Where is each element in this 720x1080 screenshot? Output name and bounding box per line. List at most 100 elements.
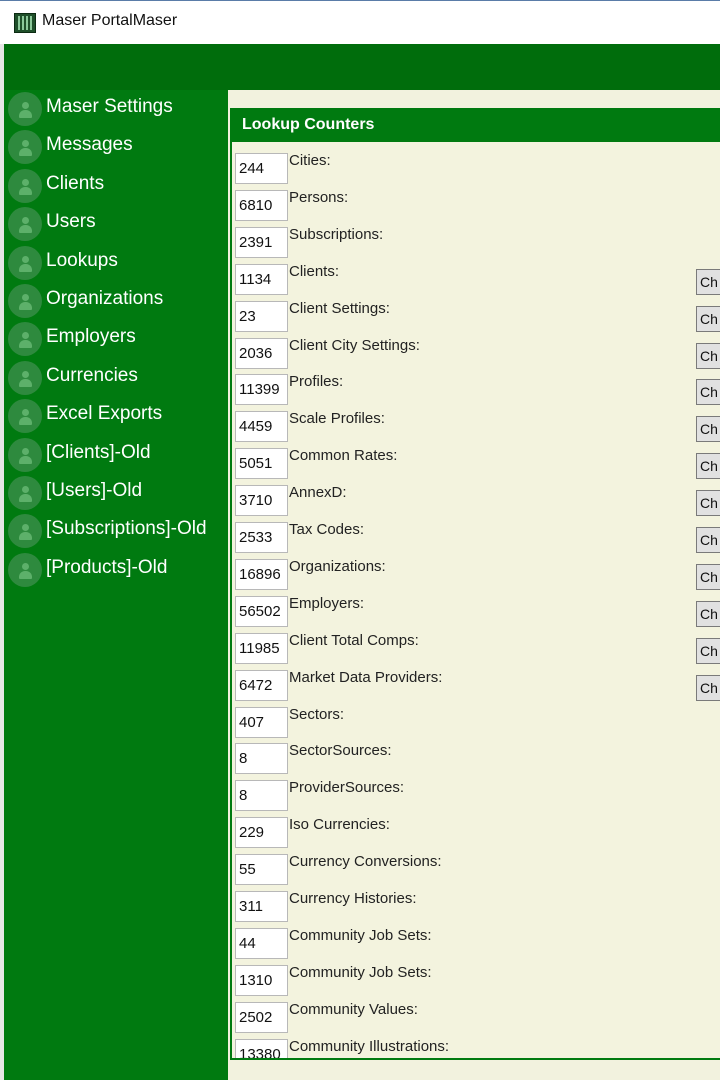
counter-value-field[interactable]: 13380	[235, 1038, 288, 1058]
counter-row: 244 Cities:	[232, 150, 720, 187]
counter-row: 44 Community Job Sets:	[232, 925, 720, 962]
counter-value-field[interactable]: 6472	[235, 669, 288, 701]
person-icon	[8, 245, 42, 280]
panel-title: Lookup Counters	[242, 116, 375, 133]
counter-row: 55 Currency Conversions:	[232, 851, 720, 888]
counter-row: 5051 Common Rates: Ch	[232, 445, 720, 482]
counter-label: AnnexD:	[289, 484, 347, 502]
counter-value-field[interactable]: 2391	[235, 226, 288, 258]
counter-label: Community Values:	[289, 1000, 418, 1018]
check-button[interactable]: Ch	[696, 563, 720, 590]
counter-value-field[interactable]: 407	[235, 706, 288, 738]
sidebar-item-label: [Clients]-Old	[46, 441, 151, 463]
sidebar-item-users-old[interactable]: [Users]-Old	[4, 474, 228, 512]
person-icon	[8, 552, 42, 587]
counter-label: Community Illustrations:	[289, 1037, 450, 1055]
sidebar-item-messages[interactable]: Messages	[4, 128, 228, 166]
check-button[interactable]: Ch	[696, 379, 720, 406]
counter-row: 4459 Scale Profiles: Ch	[232, 408, 720, 445]
check-button[interactable]: Ch	[696, 342, 720, 369]
app-header-bar	[4, 44, 720, 90]
counter-value-field[interactable]: 44	[235, 927, 288, 959]
counter-row: 8 ProviderSources:	[232, 777, 720, 814]
check-button[interactable]: Ch	[696, 268, 720, 295]
counter-value-field[interactable]: 8	[235, 780, 288, 812]
counter-value-field[interactable]: 4459	[235, 411, 288, 443]
counter-value-field[interactable]: 2533	[235, 522, 288, 553]
sidebar-item-employers[interactable]: Employers	[4, 320, 228, 358]
counter-value-field[interactable]: 8	[235, 743, 288, 775]
counter-row: 11399 Profiles: Ch	[232, 371, 720, 408]
counter-label: Clients:	[289, 262, 340, 280]
counter-value-field[interactable]: 6810	[235, 189, 288, 221]
sidebar-item-products-old[interactable]: [Products]-Old	[4, 551, 228, 589]
sidebar-item-lookups[interactable]: Lookups	[4, 244, 228, 282]
sidebar-item-subscriptions-old[interactable]: [Subscriptions]-Old	[4, 512, 228, 550]
counter-value-field[interactable]: 229	[235, 817, 288, 849]
person-icon	[8, 514, 42, 549]
counter-value-field[interactable]: 1134	[235, 263, 288, 295]
person-icon	[8, 437, 42, 472]
sidebar-item-organizations[interactable]: Organizations	[4, 282, 228, 320]
check-button[interactable]: Ch	[696, 490, 720, 517]
counter-label: Common Rates:	[289, 447, 398, 465]
check-button[interactable]: Ch	[696, 600, 720, 627]
counter-row: 2036 Client City Settings: Ch	[232, 335, 720, 372]
check-button[interactable]: Ch	[696, 527, 720, 553]
counter-value-field[interactable]: 2036	[235, 337, 288, 369]
sidebar-item-excel-exports[interactable]: Excel Exports	[4, 397, 228, 435]
window-title: Maser PortalMaser	[42, 12, 178, 29]
counter-label: Iso Currencies:	[289, 816, 390, 834]
counter-label: Sectors:	[289, 705, 345, 723]
counter-row: 3710 AnnexD: Ch	[232, 482, 720, 519]
counter-value-field[interactable]: 3710	[235, 485, 288, 517]
person-icon	[8, 92, 42, 126]
counter-label: Scale Profiles:	[289, 410, 385, 428]
counter-value-field[interactable]: 1310	[235, 964, 288, 996]
sidebar-item-label: [Users]-Old	[46, 480, 143, 501]
sidebar-item-label: Maser Settings	[46, 96, 173, 117]
app-logo-icon	[14, 13, 36, 33]
sidebar-item-users[interactable]: Users	[4, 205, 228, 243]
counter-label: Market Data Providers:	[289, 668, 443, 686]
check-button[interactable]: Ch	[696, 637, 720, 664]
check-button[interactable]: Ch	[696, 305, 720, 332]
counter-row: 2391 Subscriptions:	[232, 224, 720, 261]
counter-value-field[interactable]: 16896	[235, 558, 288, 590]
counter-label: ProviderSources:	[289, 779, 405, 797]
counter-row: 407 Sectors:	[232, 704, 720, 741]
counter-value-field[interactable]: 23	[235, 300, 288, 332]
sidebar-item-clients[interactable]: Clients	[4, 167, 228, 205]
counter-label: Client City Settings:	[289, 336, 420, 354]
counter-value-field[interactable]: 56502	[235, 595, 288, 627]
sidebar-item-label: Clients	[46, 172, 105, 194]
counter-label: Community Job Sets:	[289, 926, 432, 944]
counter-label: Client Total Comps:	[289, 631, 419, 649]
check-button[interactable]: Ch	[696, 416, 720, 443]
counter-row: 8 SectorSources:	[232, 740, 720, 777]
counter-value-field[interactable]: 244	[235, 153, 288, 184]
counter-row: 1134 Clients: Ch	[232, 261, 720, 298]
sidebar-item-label: Currencies	[46, 364, 138, 386]
sidebar-item-maser-settings[interactable]: Maser Settings	[4, 90, 228, 128]
counter-value-field[interactable]: 311	[235, 891, 288, 922]
counter-value-field[interactable]: 11399	[235, 374, 288, 406]
person-icon	[8, 168, 42, 203]
sidebar-item-currencies[interactable]: Currencies	[4, 359, 228, 397]
counter-value-field[interactable]: 55	[235, 854, 288, 886]
sidebar-item-clients-old[interactable]: [Clients]-Old	[4, 436, 228, 474]
check-button[interactable]: Ch	[696, 453, 720, 480]
counter-label: Employers:	[289, 594, 365, 612]
counter-value-field[interactable]: 2502	[235, 1001, 288, 1033]
sidebar-item-label: [Products]-Old	[46, 556, 168, 578]
counter-row: 23 Client Settings: Ch	[232, 298, 720, 335]
sidebar-item-label: Employers	[46, 326, 136, 348]
check-button[interactable]: Ch	[696, 674, 720, 701]
person-icon	[8, 399, 42, 434]
sidebar-item-label: Organizations	[46, 288, 164, 309]
sidebar-item-label: Lookups	[46, 249, 118, 271]
counter-label: SectorSources:	[289, 742, 392, 760]
counter-value-field[interactable]: 11985	[235, 632, 288, 664]
counter-label: Profiles:	[289, 373, 344, 391]
counter-value-field[interactable]: 5051	[235, 448, 288, 480]
